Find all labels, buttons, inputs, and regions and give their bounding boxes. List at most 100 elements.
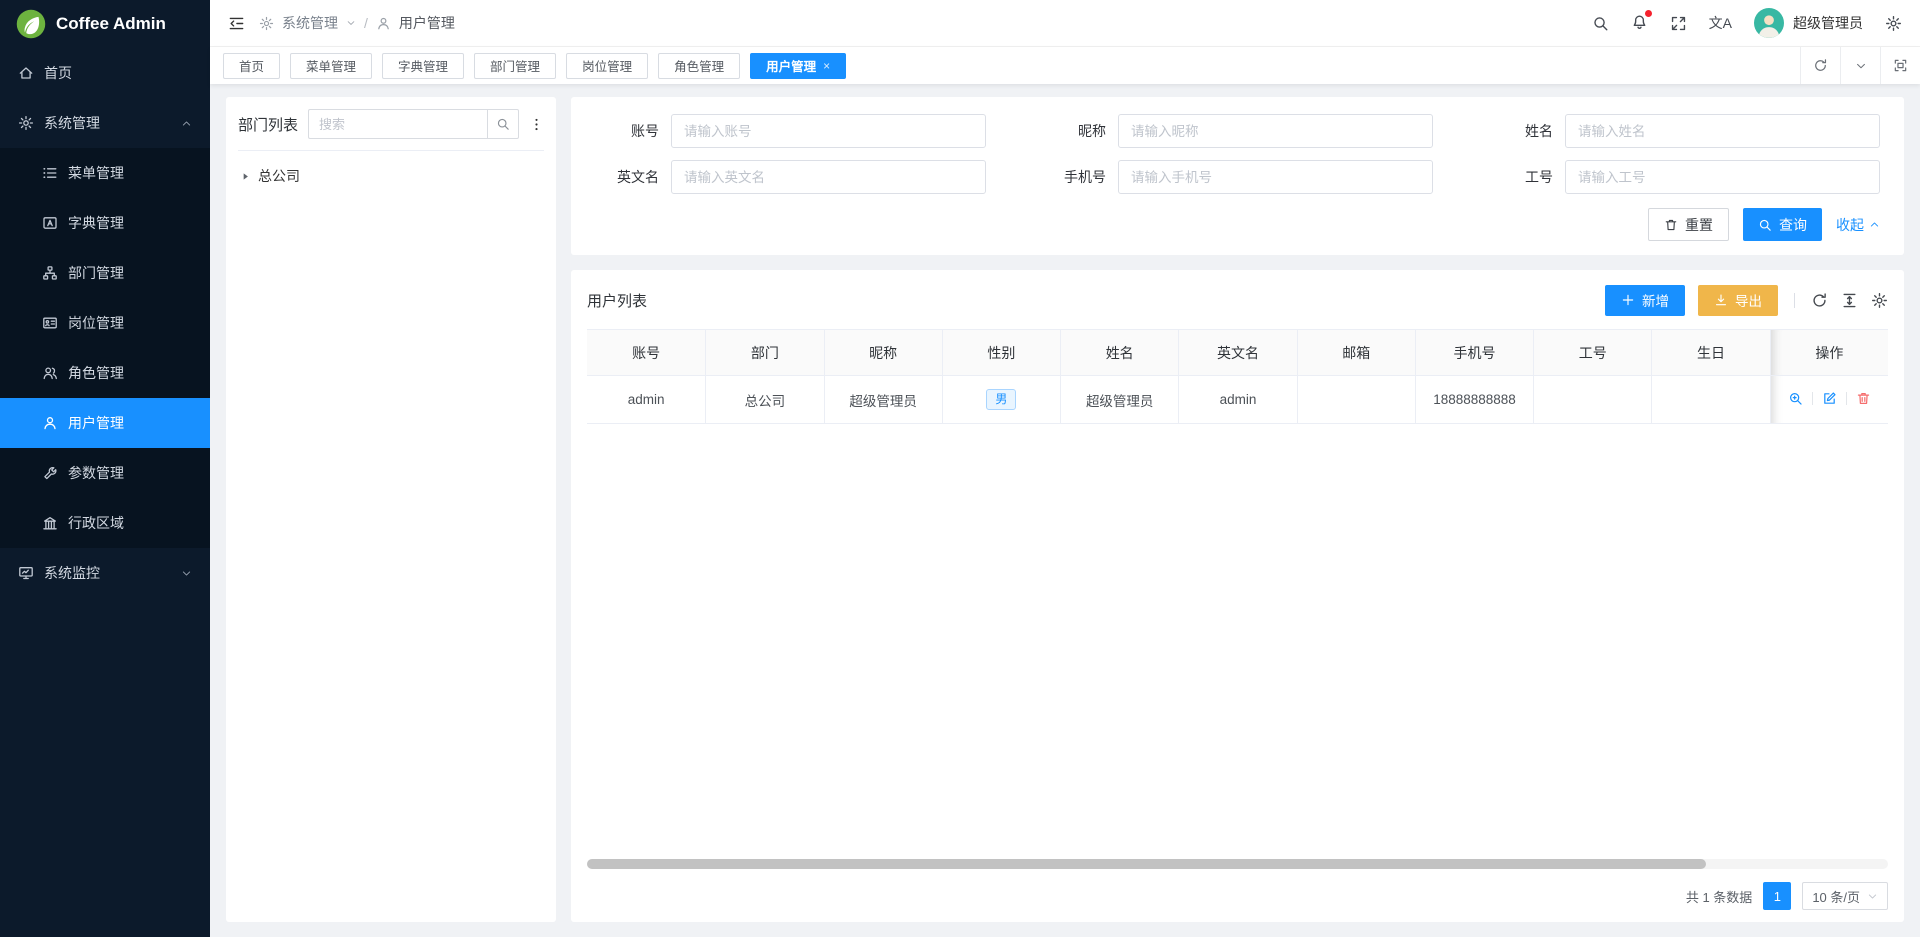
edit-icon[interactable]	[1822, 391, 1837, 406]
page-number-button[interactable]: 1	[1763, 882, 1791, 910]
column-header-nickname[interactable]: 昵称	[824, 329, 942, 376]
sidebar-group-system-monitor[interactable]: 系统监控	[0, 548, 210, 598]
notification-badge	[1645, 10, 1652, 17]
maximize-icon[interactable]	[1880, 47, 1920, 84]
column-header-gender[interactable]: 性别	[942, 329, 1060, 376]
sidebar-item-home[interactable]: 首页	[0, 48, 210, 98]
notifications-button[interactable]	[1631, 13, 1648, 33]
column-header-actions: 操作	[1770, 329, 1888, 376]
table-empty-space	[587, 424, 1888, 859]
cell-name: 超级管理员	[1060, 376, 1178, 424]
tab-dictionary-management[interactable]: 字典管理	[382, 53, 464, 79]
tab-menu-management[interactable]: 菜单管理	[290, 53, 372, 79]
cell-nickname: 超级管理员	[824, 376, 942, 424]
filter-card: 账号 昵称 姓名 英文名	[571, 97, 1904, 255]
cell-actions	[1770, 376, 1888, 424]
department-search-input[interactable]	[308, 109, 487, 139]
sidebar-collapse-icon[interactable]	[228, 15, 245, 32]
sidebar-group-system-management[interactable]: 系统管理	[0, 98, 210, 148]
sidebar-item-administrative-region[interactable]: 行政区域	[0, 498, 210, 548]
translate-icon[interactable]: 文A	[1709, 13, 1732, 33]
table-settings-gear-icon[interactable]	[1871, 292, 1888, 309]
user-table-card: 用户列表 新增 导出	[571, 270, 1904, 922]
column-header-english-name[interactable]: 英文名	[1178, 329, 1296, 376]
delete-icon[interactable]	[1856, 391, 1871, 406]
column-header-department[interactable]: 部门	[705, 329, 823, 376]
english-name-input[interactable]	[671, 160, 986, 194]
sidebar-item-role-management[interactable]: 角色管理	[0, 348, 210, 398]
column-header-birthday[interactable]: 生日	[1651, 329, 1769, 376]
sidebar-item-post-management[interactable]: 岗位管理	[0, 298, 210, 348]
breadcrumb-level2: 用户管理	[399, 13, 455, 33]
tab-post-management[interactable]: 岗位管理	[566, 53, 648, 79]
avatar	[1754, 8, 1784, 38]
column-header-job-number[interactable]: 工号	[1533, 329, 1651, 376]
caret-right-icon[interactable]	[240, 171, 251, 182]
tree-node-label: 总公司	[258, 166, 300, 186]
reset-button[interactable]: 重置	[1648, 208, 1729, 241]
query-button[interactable]: 查询	[1743, 208, 1822, 241]
tab-user-management[interactable]: 用户管理 ×	[750, 53, 846, 79]
account-input[interactable]	[671, 114, 986, 148]
more-dots-icon[interactable]	[529, 117, 544, 132]
view-icon[interactable]	[1788, 391, 1803, 406]
collapse-filter-link[interactable]: 收起	[1836, 215, 1880, 235]
close-icon[interactable]: ×	[823, 59, 830, 73]
sidebar-item-menu-management[interactable]: 菜单管理	[0, 148, 210, 198]
download-icon	[1714, 293, 1728, 307]
tab-role-management[interactable]: 角色管理	[658, 53, 740, 79]
fullscreen-icon[interactable]	[1670, 15, 1687, 32]
row-actions	[1788, 391, 1871, 406]
nickname-input[interactable]	[1118, 114, 1433, 148]
sidebar-item-parameter-management[interactable]: 参数管理	[0, 448, 210, 498]
horizontal-scrollbar-thumb[interactable]	[587, 859, 1706, 869]
sidebar-item-user-management[interactable]: 用户管理	[0, 398, 210, 448]
user-name: 超级管理员	[1793, 13, 1863, 33]
sidebar-item-dictionary-management[interactable]: 字典管理	[0, 198, 210, 248]
page-size-select[interactable]: 10 条/页	[1802, 882, 1888, 910]
sidebar-item-department-management[interactable]: 部门管理	[0, 248, 210, 298]
column-header-name[interactable]: 姓名	[1060, 329, 1178, 376]
add-user-button[interactable]: 新增	[1605, 285, 1685, 316]
refresh-icon[interactable]	[1811, 292, 1828, 309]
dictionary-icon	[42, 215, 58, 231]
tab-home[interactable]: 首页	[223, 53, 280, 79]
tree-node-root[interactable]: 总公司	[238, 163, 544, 189]
app-logo[interactable]: Coffee Admin	[0, 0, 210, 48]
chevron-down-icon[interactable]	[1840, 47, 1880, 84]
table-title: 用户列表	[587, 290, 647, 311]
field-label: 账号	[595, 121, 659, 141]
column-header-phone[interactable]: 手机号	[1415, 329, 1533, 376]
cell-english-name: admin	[1178, 376, 1296, 424]
column-header-account[interactable]: 账号	[587, 329, 705, 376]
add-button-label: 新增	[1642, 290, 1669, 310]
collapse-link-label: 收起	[1836, 215, 1864, 235]
user-table: 账号 部门 昵称 性别 姓名 英文名 邮箱 手机号 工号 生日 操作	[587, 329, 1888, 424]
cell-job-number	[1533, 376, 1651, 424]
field-label: 工号	[1489, 167, 1553, 187]
field-label: 姓名	[1489, 121, 1553, 141]
horizontal-scrollbar	[587, 859, 1888, 869]
breadcrumb-level1[interactable]: 系统管理	[282, 13, 338, 33]
column-header-email[interactable]: 邮箱	[1297, 329, 1415, 376]
chevron-down-icon[interactable]	[346, 18, 356, 28]
phone-input[interactable]	[1118, 160, 1433, 194]
export-button[interactable]: 导出	[1698, 285, 1778, 316]
cell-email	[1297, 376, 1415, 424]
refresh-icon[interactable]	[1800, 47, 1840, 84]
table-row[interactable]: admin 总公司 超级管理员 男 超级管理员 admin 1888888888…	[587, 376, 1888, 424]
search-icon[interactable]	[1592, 15, 1609, 32]
sidebar-item-label: 首页	[44, 63, 72, 83]
sidebar-item-label: 参数管理	[68, 463, 124, 483]
action-divider	[1846, 392, 1847, 405]
job-number-input[interactable]	[1565, 160, 1880, 194]
settings-gear-icon[interactable]	[1885, 15, 1902, 32]
user-menu[interactable]: 超级管理员	[1754, 8, 1863, 38]
tab-label: 岗位管理	[582, 56, 632, 75]
chevron-up-icon	[1869, 219, 1880, 230]
sidebar-item-label: 部门管理	[68, 263, 124, 283]
row-height-icon[interactable]	[1841, 292, 1858, 309]
tab-department-management[interactable]: 部门管理	[474, 53, 556, 79]
name-input[interactable]	[1565, 114, 1880, 148]
department-search-button[interactable]	[487, 109, 519, 139]
